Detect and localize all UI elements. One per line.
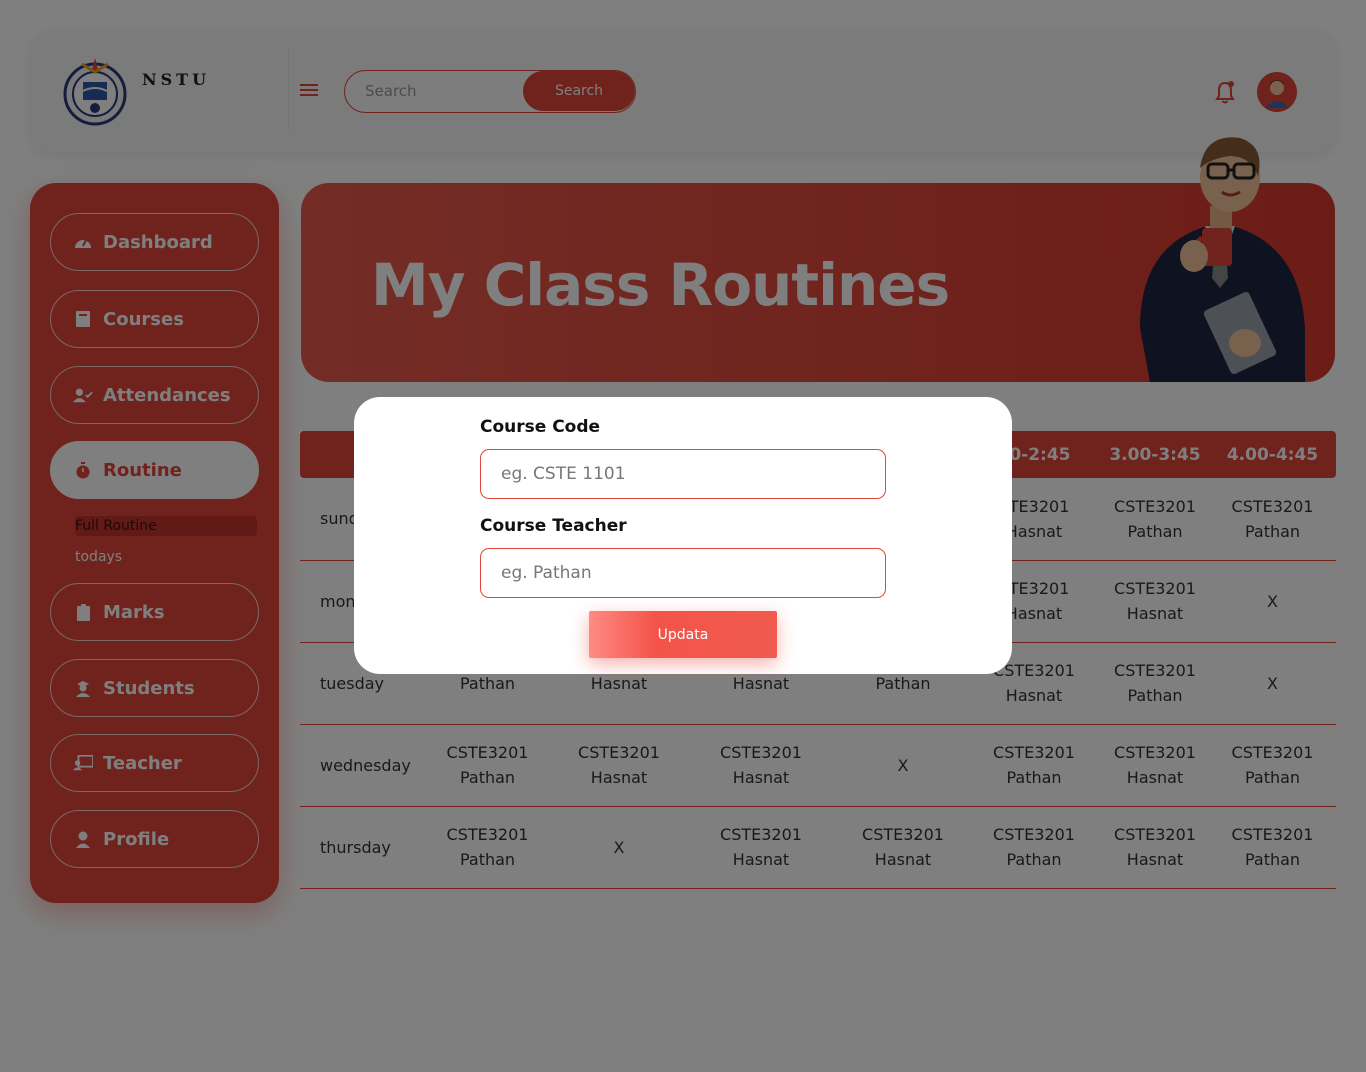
course-code-field[interactable]: [480, 449, 886, 499]
update-routine-modal: Course Code Course Teacher Updata: [354, 397, 1012, 674]
course-code-label: Course Code: [480, 417, 601, 437]
course-teacher-label: Course Teacher: [480, 516, 627, 536]
update-button[interactable]: Updata: [589, 611, 777, 658]
course-teacher-field[interactable]: [480, 548, 886, 598]
